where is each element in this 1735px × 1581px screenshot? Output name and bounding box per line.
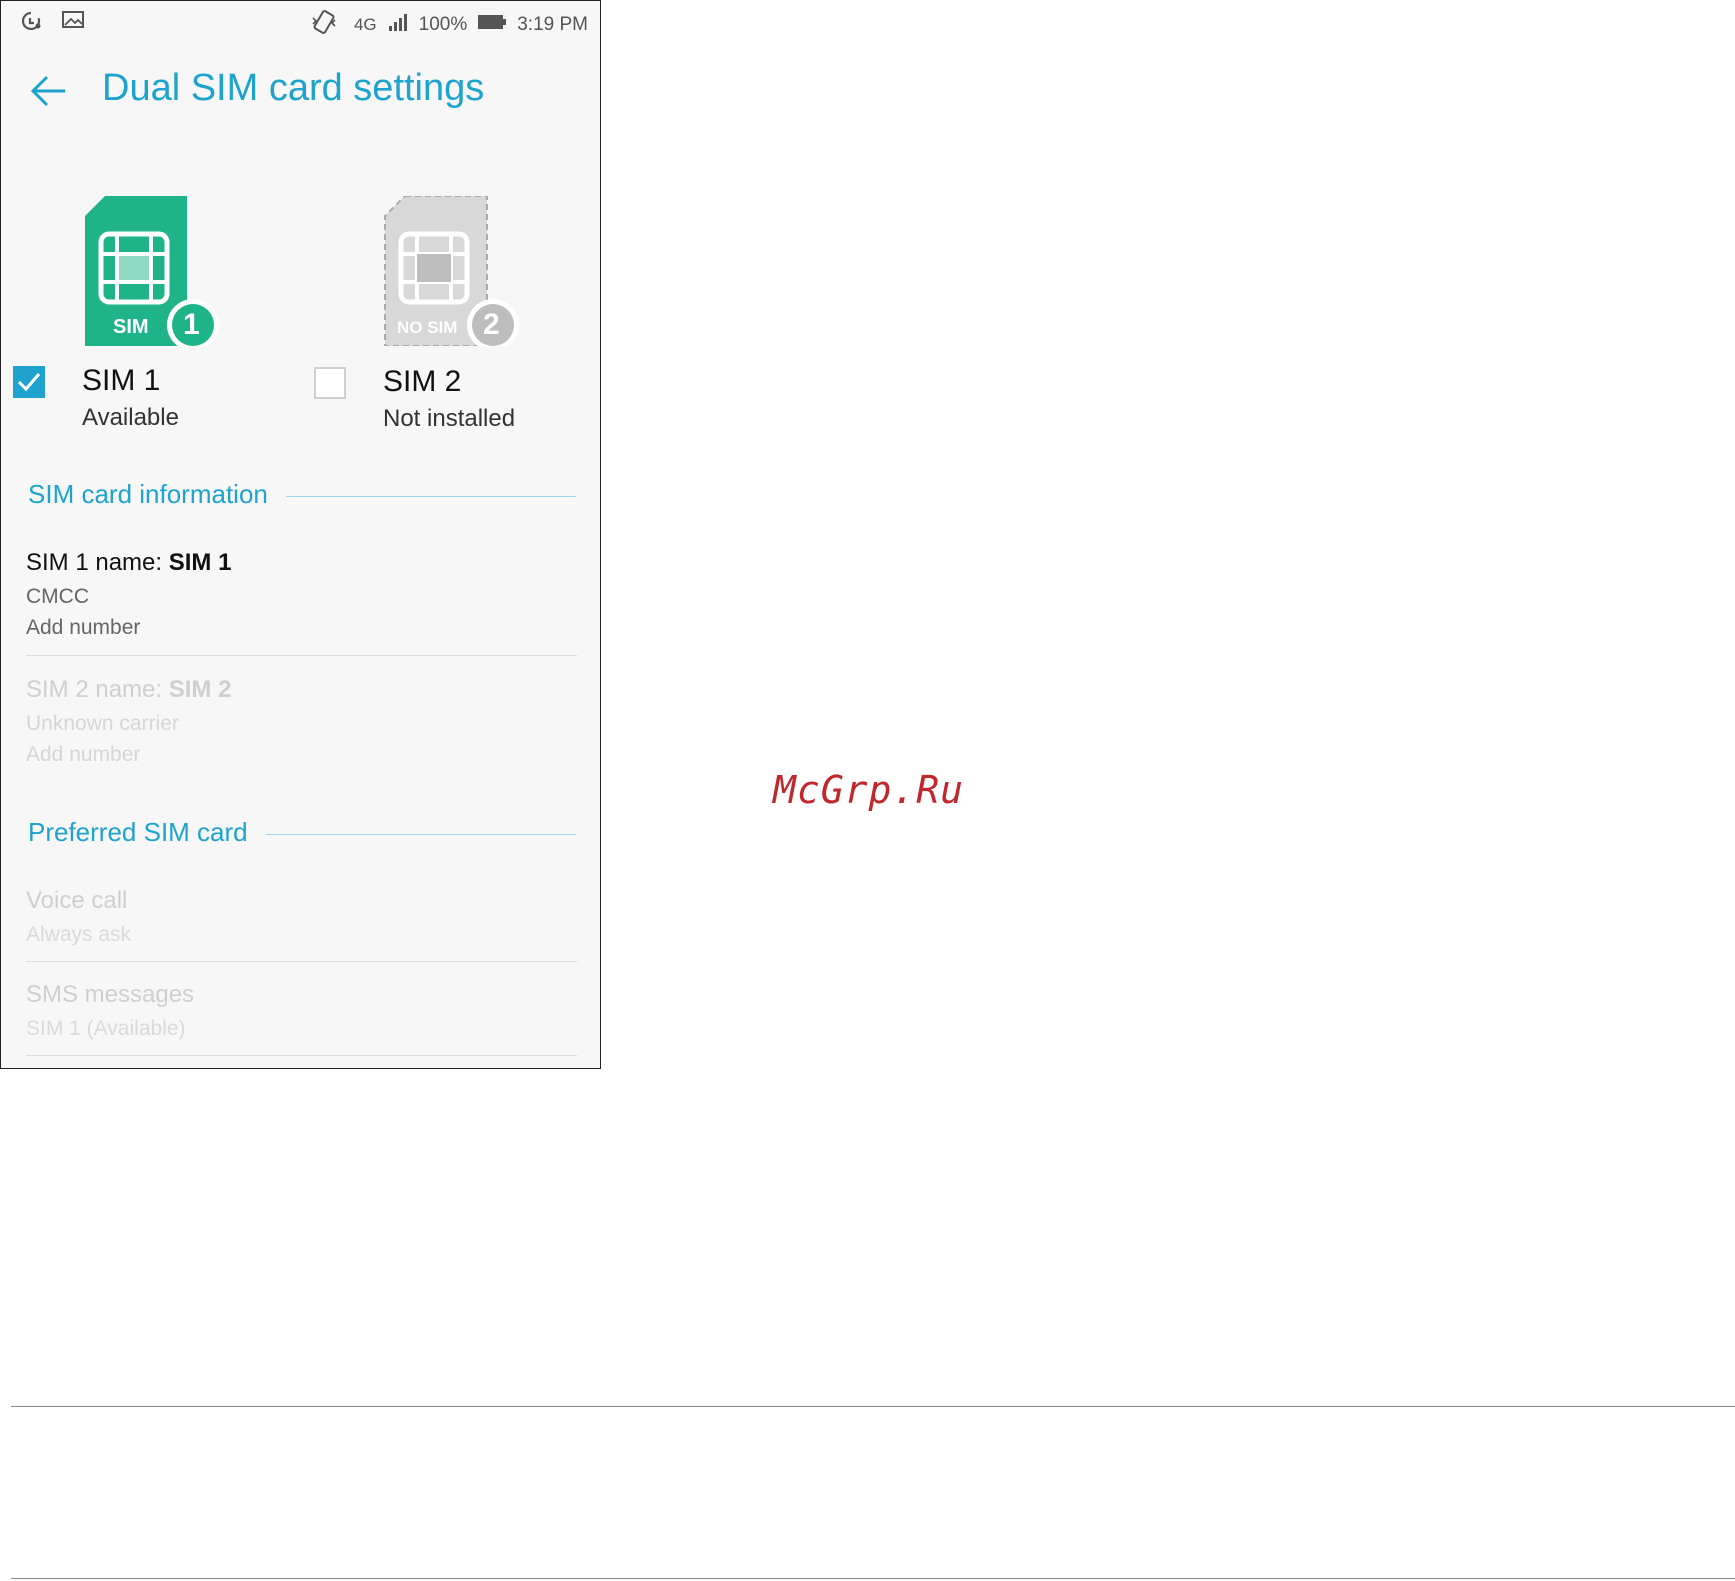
section-sim-info: SIM card information [28,479,576,519]
sim1-name-value: SIM 1 [168,549,232,576]
page-rule-top [11,1406,1735,1407]
app-bar: Dual SIM card settings [1,49,600,135]
sim-card-label: NO SIM [397,318,458,337]
sim1-checkbox[interactable] [13,366,45,398]
sim2-name: SIM 2 [383,365,462,398]
divider [26,1055,577,1056]
sms-subtitle: SIM 1 (Available) [26,1017,186,1040]
sms-title: SMS messages [26,981,195,1008]
status-time: 3:19 PM [517,14,588,35]
page-rule-bottom [11,1578,1735,1579]
sim1-name: SIM 1 [82,364,161,397]
sms-messages-item: SMS messages SIM 1 (Available) [26,981,577,1041]
divider [26,961,577,962]
signal-icon [387,12,409,38]
phone-screenshot: 4G 100% 3:19 PM Dual SIM card settings S… [0,0,601,1069]
sim2-info-item: SIM 2 name: SIM 2 Unknown carrier Add nu… [26,676,577,767]
watermark: McGrp.Ru [773,768,965,812]
sim2-carrier: Unknown carrier [26,712,179,735]
sim2-name-label: SIM 2 name: [26,676,169,703]
battery-percent: 100% [418,14,468,35]
sim-slot-number: 1 [183,308,200,341]
sim-cards-row: SIM 1 SIM 1 Available NO SIM 2 SIM 2 Not… [1,195,600,456]
sim-slot-number: 2 [483,308,500,341]
sim1-info-item[interactable]: SIM 1 name: SIM 1 CMCC Add number [26,549,577,640]
sim1-name-label: SIM 1 name: [26,549,169,576]
divider [26,655,577,656]
sim2-checkbox[interactable] [314,367,346,399]
sim-card-icon-active: SIM 1 [83,196,223,351]
section-title: SIM card information [28,479,286,510]
sim2-number: Add number [26,743,141,766]
sim2-status: Not installed [383,405,516,432]
voice-call-subtitle: Always ask [26,923,132,946]
section-preferred-sim: Preferred SIM card [28,817,576,857]
status-bar: 4G 100% 3:19 PM [1,1,600,43]
voice-call-item: Voice call Always ask [26,887,577,947]
sim1-status: Available [82,404,179,431]
sync-icon [19,10,43,37]
sim1-number: Add number [26,616,141,639]
check-icon [17,373,41,392]
image-icon [61,10,85,37]
vibrate-icon [310,9,338,41]
network-4g-icon: 4G [353,15,377,34]
battery-icon [477,13,507,37]
voice-call-title: Voice call [26,887,128,914]
page-title: Dual SIM card settings [102,67,485,109]
sim1-carrier: CMCC [26,585,89,608]
sim-card-icon-inactive: NO SIM 2 [383,195,523,351]
sim-card-label: SIM [113,316,149,338]
sim2-name-value: SIM 2 [168,676,232,703]
section-title: Preferred SIM card [28,817,266,848]
arrow-left-icon[interactable] [27,69,71,113]
